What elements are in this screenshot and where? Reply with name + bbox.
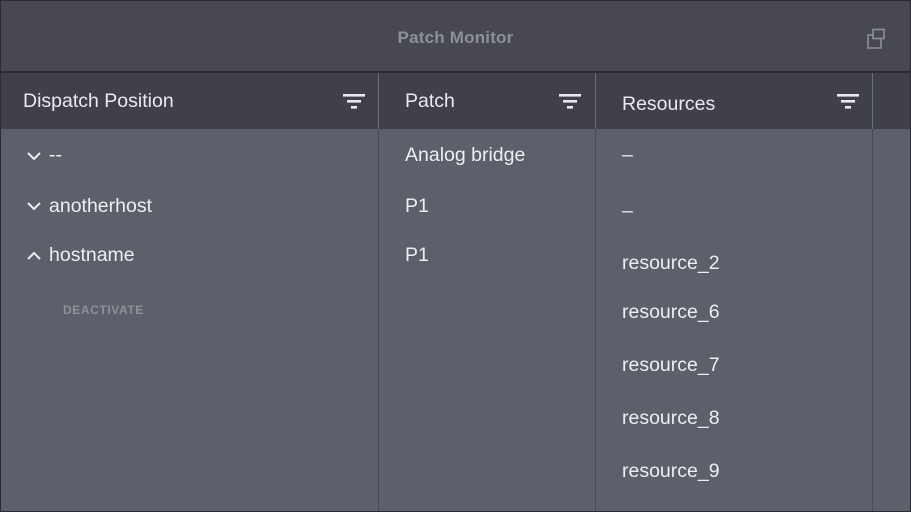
deactivate-button[interactable]: DEACTIVATE <box>63 303 144 317</box>
chevron-down-icon[interactable] <box>27 201 41 211</box>
empty-column <box>873 129 910 511</box>
patch-cell: Analog bridge <box>405 144 526 166</box>
column-header-label: Dispatch Position <box>23 90 174 112</box>
resource-cell: resource_9 <box>622 460 720 482</box>
dispatch-position-name: anotherhost <box>49 195 152 217</box>
filter-icon[interactable] <box>343 93 365 109</box>
column-header-resources[interactable]: Resources <box>596 73 873 129</box>
chevron-up-icon[interactable] <box>27 251 41 261</box>
column-header-label: Resources <box>622 93 716 115</box>
resource-cell: resource_8 <box>622 407 720 429</box>
dispatch-position-name: hostname <box>49 244 135 266</box>
patch-monitor-window: Patch Monitor Dispatch Position Patch Re… <box>0 0 911 512</box>
title-bar: Patch Monitor <box>1 1 910 73</box>
resource-cell: resource_7 <box>622 354 720 376</box>
resource-cell: resource_6 <box>622 301 720 323</box>
column-header-label: Patch <box>405 90 455 112</box>
dispatch-position-name: -- <box>49 144 62 166</box>
column-header-patch[interactable]: Patch <box>379 73 596 129</box>
resource-cell: – <box>622 144 633 166</box>
filter-icon[interactable] <box>837 93 859 109</box>
filter-icon[interactable] <box>559 93 581 109</box>
chevron-down-icon[interactable] <box>27 151 41 161</box>
dispatch-position-column: -- anotherhost hostname <box>1 129 379 511</box>
window-title: Patch Monitor <box>397 28 514 47</box>
patch-column: Analog bridge P1 P1 <box>379 129 596 511</box>
patch-cell: P1 <box>405 244 429 266</box>
resource-cell: – <box>622 200 633 222</box>
column-header-spacer <box>873 73 910 129</box>
column-header-dispatch-position[interactable]: Dispatch Position <box>1 73 379 129</box>
popout-window-icon[interactable] <box>865 28 887 50</box>
resources-column: – – resource_2 resource_6 resource_7 res… <box>596 129 873 511</box>
patch-cell: P1 <box>405 195 429 217</box>
resource-cell: resource_2 <box>622 252 720 274</box>
column-header-row: Dispatch Position Patch Resources <box>1 73 910 129</box>
